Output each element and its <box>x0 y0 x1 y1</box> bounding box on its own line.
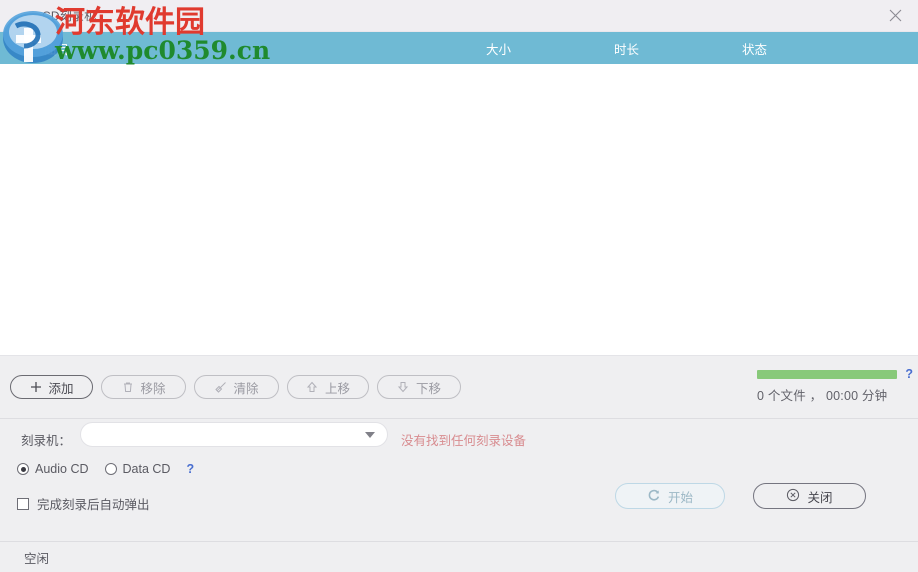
radio-audio-cd[interactable]: Audio CD <box>17 462 89 476</box>
column-header-size[interactable]: 大小 <box>486 39 511 58</box>
radio-data-cd-label: Data CD <box>122 462 171 476</box>
title-bar: CD刻录机 <box>0 0 918 32</box>
disc-type-radio-group: Audio CD Data CD ? <box>17 462 194 476</box>
add-button-label: 添加 <box>48 381 74 396</box>
move-down-button-label: 下移 <box>415 381 441 396</box>
burner-label: 刻录机： <box>21 434 72 448</box>
capacity-summary-text: 0 个文件 ， 00:00 分钟 <box>757 389 888 403</box>
burner-select[interactable] <box>80 422 388 447</box>
circle-x-icon <box>786 488 800 505</box>
window-title: CD刻录机 <box>42 8 97 23</box>
move-up-button[interactable]: 上移 <box>287 375 369 399</box>
add-button[interactable]: 添加 <box>10 375 93 399</box>
burn-options-panel: 刻录机： 没有找到任何刻录设备 Audio CD Data CD ? 完成刻录后… <box>0 418 918 541</box>
close-icon <box>889 9 901 22</box>
start-button-label: 开始 <box>667 490 693 505</box>
list-toolbar: 添加 移除 清除 上移 下移 0 个文件 ， 00:00 分钟 ? <box>0 355 918 418</box>
burner-warning-text: 没有找到任何刻录设备 <box>401 434 527 448</box>
clear-button-label: 清除 <box>233 381 259 396</box>
clear-button[interactable]: 清除 <box>194 375 279 399</box>
broom-icon <box>214 381 227 394</box>
auto-eject-label: 完成刻录后自动弹出 <box>37 498 150 512</box>
file-list-column-header: 曲目 大小 时长 状态 <box>0 32 918 64</box>
start-button[interactable]: 开始 <box>615 483 725 509</box>
cd-burner-window: CD刻录机 曲目 大小 时长 状态 添加 移除 清除 上移 下移 0 个文件 ，… <box>0 0 918 572</box>
auto-eject-checkbox[interactable]: 完成刻录后自动弹出 <box>17 494 150 513</box>
window-close-button[interactable] <box>872 0 918 31</box>
column-header-track[interactable]: 曲目 <box>44 39 69 58</box>
auto-eject-checkbox-indicator <box>17 497 29 510</box>
column-header-status[interactable]: 状态 <box>742 39 767 58</box>
capacity-help-link[interactable]: ? <box>905 367 913 381</box>
chevron-down-icon <box>365 432 375 438</box>
close-button[interactable]: 关闭 <box>753 483 866 509</box>
file-list-area[interactable] <box>0 64 918 355</box>
remove-button-label: 移除 <box>140 381 166 396</box>
radio-audio-cd-indicator <box>17 463 29 475</box>
disc-type-help-link[interactable]: ? <box>186 462 194 476</box>
arrow-down-icon <box>397 381 410 394</box>
column-header-duration[interactable]: 时长 <box>614 39 639 58</box>
status-text: 空闲 <box>24 551 50 566</box>
capacity-progress-bar <box>757 370 897 379</box>
arrow-up-icon <box>306 381 319 394</box>
remove-button[interactable]: 移除 <box>101 375 186 399</box>
status-bar: 空闲 <box>0 541 918 572</box>
radio-audio-cd-label: Audio CD <box>35 462 89 476</box>
capacity-meter: 0 个文件 ， 00:00 分钟 <box>757 370 897 404</box>
radio-data-cd-indicator <box>104 463 117 475</box>
plus-icon <box>29 381 42 394</box>
radio-data-cd[interactable]: Data CD <box>104 462 171 476</box>
move-up-button-label: 上移 <box>324 381 350 396</box>
trash-icon <box>121 381 134 394</box>
refresh-icon <box>647 488 661 505</box>
move-down-button[interactable]: 下移 <box>377 375 461 399</box>
close-button-label: 关闭 <box>807 490 833 505</box>
